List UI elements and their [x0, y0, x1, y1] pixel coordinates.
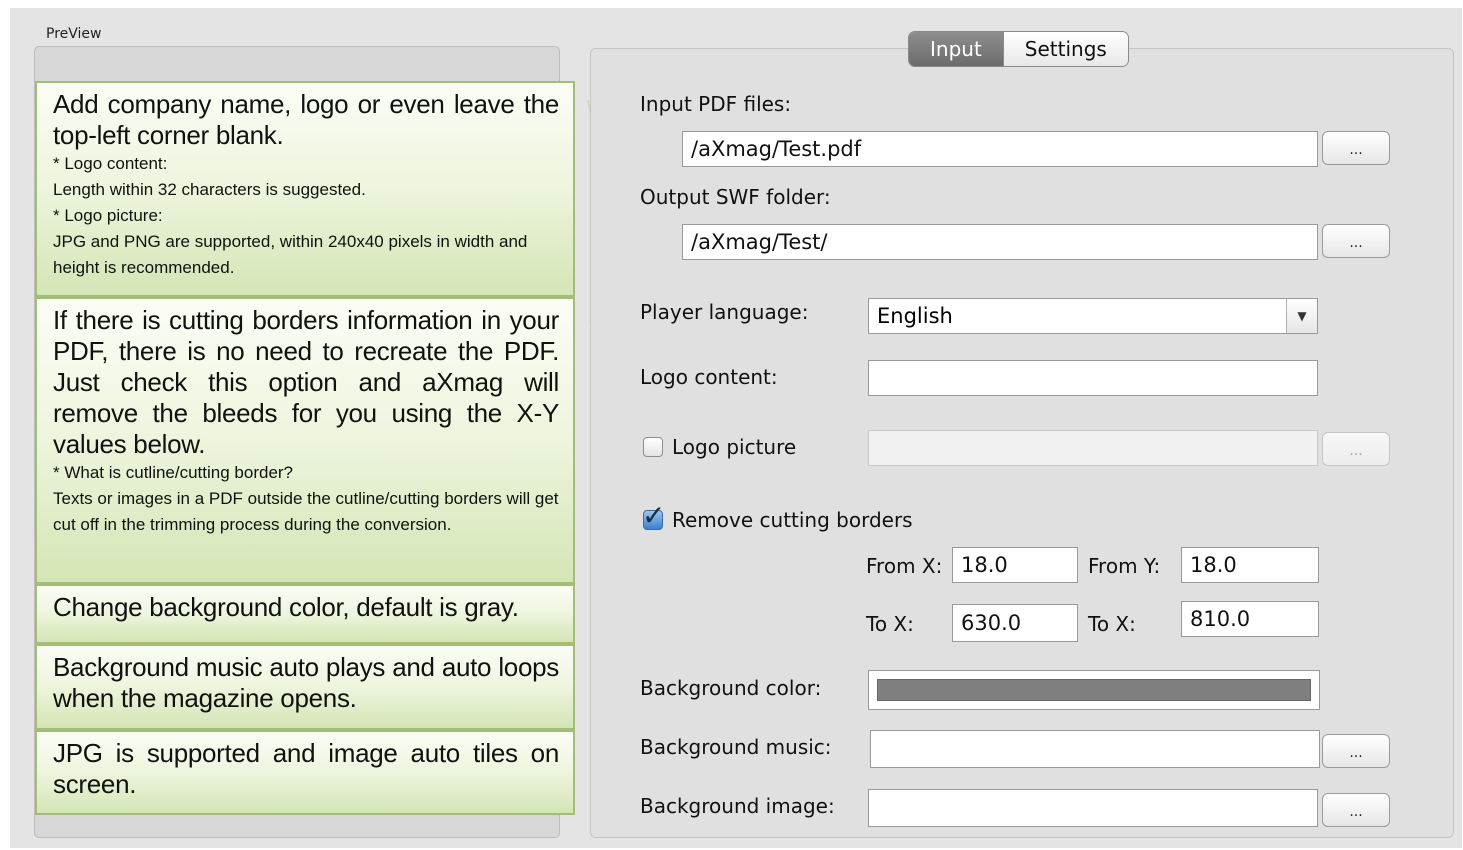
to-y-field[interactable] [1181, 601, 1319, 637]
background-image-label: Background image: [640, 794, 835, 818]
tip-logo-sub-1: * Logo content: [53, 154, 168, 173]
tip-cutting-borders-sub-2: Texts or images in a PDF outside the cut… [53, 489, 559, 534]
from-y-label: From Y: [1088, 554, 1161, 578]
player-language-select[interactable]: English ▼ [868, 298, 1318, 334]
player-language-value: English [877, 304, 953, 328]
tip-logo-text: Add company name, logo or even leave the… [53, 89, 559, 150]
output-swf-label: Output SWF folder: [640, 185, 831, 209]
background-image-browse-button[interactable]: ... [1322, 793, 1390, 827]
output-swf-field[interactable] [682, 224, 1318, 260]
logo-picture-field[interactable] [868, 430, 1318, 466]
from-y-field[interactable] [1181, 547, 1319, 583]
tip-background-music-text: Background music auto plays and auto loo… [53, 652, 559, 713]
background-music-browse-button[interactable]: ... [1322, 734, 1390, 768]
from-x-label: From X: [866, 554, 943, 578]
logo-content-field[interactable] [868, 360, 1318, 396]
tab-input[interactable]: Input [909, 32, 1003, 66]
tab-bar: Input Settings [908, 31, 1129, 67]
tip-logo-sub-3: * Logo picture: [53, 206, 163, 225]
tip-logo-sub-4: JPG and PNG are supported, within 240x40… [53, 232, 528, 277]
tab-settings[interactable]: Settings [1002, 32, 1128, 66]
remove-borders-checkbox[interactable]: ✓ [642, 501, 665, 531]
to-y-label: To X: [1088, 612, 1136, 636]
tip-logo-sub-2: Length within 32 characters is suggested… [53, 180, 366, 199]
tip-background-color-text: Change background color, default is gray… [53, 592, 519, 622]
preview-label: PreView [46, 26, 102, 42]
background-music-label: Background music: [640, 735, 832, 759]
input-pdf-browse-button[interactable]: ... [1322, 131, 1390, 165]
input-pdf-field[interactable] [682, 131, 1318, 167]
tip-background-image-text: JPG is supported and image auto tiles on… [53, 738, 559, 799]
background-music-field[interactable] [870, 730, 1320, 768]
logo-picture-browse-button[interactable]: ... [1322, 432, 1390, 466]
logo-content-label: Logo content: [640, 365, 778, 389]
background-image-field[interactable] [868, 789, 1318, 827]
from-x-field[interactable] [952, 547, 1078, 583]
input-pdf-label: Input PDF files: [640, 92, 792, 116]
output-swf-browse-button[interactable]: ... [1322, 224, 1390, 258]
tip-cutting-borders: If there is cutting borders information … [35, 297, 575, 584]
tip-cutting-borders-text: If there is cutting borders information … [53, 305, 559, 459]
to-x-field[interactable] [952, 604, 1078, 642]
logo-picture-label: Logo picture [672, 435, 797, 459]
to-x-label: To X: [866, 612, 914, 636]
logo-picture-checkbox[interactable] [643, 437, 663, 457]
tip-logo: Add company name, logo or even leave the… [35, 81, 575, 297]
background-color-label: Background color: [640, 676, 822, 700]
background-color-swatch [877, 679, 1311, 701]
tip-background-color: Change background color, default is gray… [35, 584, 575, 644]
player-language-label: Player language: [640, 300, 809, 324]
tip-background-music: Background music auto plays and auto loo… [35, 644, 575, 730]
remove-borders-label: Remove cutting borders [672, 508, 913, 532]
checkmark-icon: ✓ [642, 499, 666, 532]
chevron-down-icon[interactable]: ▼ [1286, 299, 1317, 333]
tip-cutting-borders-sub-1: * What is cutline/cutting border? [53, 463, 294, 482]
tip-background-image: JPG is supported and image auto tiles on… [35, 730, 575, 815]
background-color-picker[interactable] [868, 670, 1320, 710]
